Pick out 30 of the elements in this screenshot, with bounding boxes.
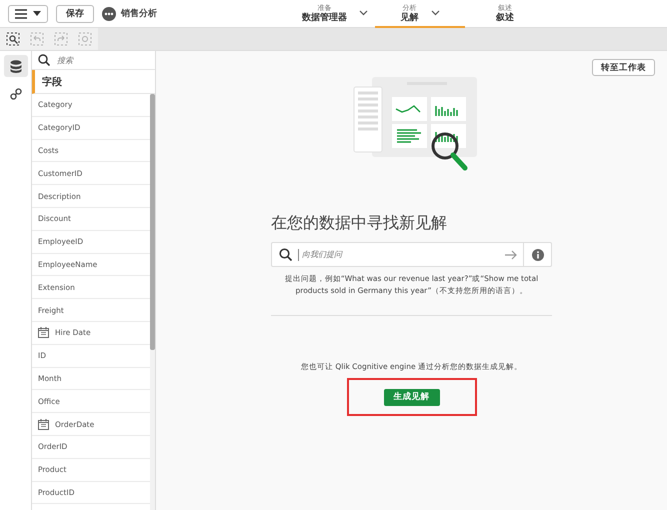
save-button[interactable]: 保存 [56, 4, 94, 22]
menu-icon [15, 8, 27, 18]
question-field[interactable]: 向我们提问 [298, 248, 499, 260]
calendar-icon [38, 418, 49, 430]
link-icon [10, 88, 22, 100]
caret-icon [33, 11, 41, 16]
rail-button[interactable] [4, 55, 28, 77]
search-icon [279, 248, 292, 261]
info-icon [532, 248, 544, 260]
chevron-down-icon [359, 10, 368, 16]
clear-selections-icon [78, 32, 92, 46]
toolbar-button[interactable] [4, 30, 22, 48]
menu-button[interactable] [8, 4, 48, 22]
page-heading: 在您的数据中寻找新见解 [271, 213, 448, 234]
database-icon [10, 60, 22, 72]
app-icon [102, 6, 116, 20]
generate-insights-button[interactable]: 生成见解 [384, 388, 440, 406]
step-back-icon [30, 32, 44, 46]
go-to-sheet-button[interactable]: 转至工作表 [592, 59, 655, 76]
search-field[interactable]: 搜索 [55, 54, 135, 66]
question-box[interactable]: 向我们提问 [271, 242, 552, 267]
app-title: 销售分析 [121, 8, 157, 20]
scrollbar-thumb[interactable] [150, 94, 155, 350]
arrow-right-icon [505, 250, 517, 260]
search-box[interactable]: 搜索 [32, 51, 155, 70]
calendar-icon [38, 327, 49, 338]
chevron-down-icon [430, 10, 440, 16]
search-icon [38, 54, 50, 66]
step-forward-icon [54, 32, 68, 46]
smart-search-icon [6, 32, 20, 46]
